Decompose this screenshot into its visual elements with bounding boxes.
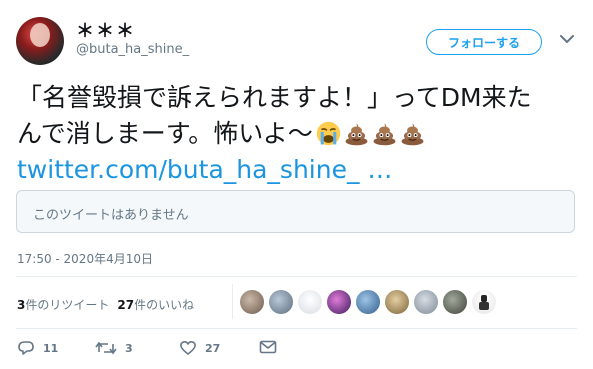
liker-avatar[interactable] — [472, 290, 496, 314]
tweet-line-1: 「名誉毀損で訴えられますよ！」ってDM来た — [17, 83, 532, 112]
liker-avatar[interactable] — [298, 290, 322, 314]
reply-button[interactable]: 11 — [17, 340, 58, 356]
like-count: 27 — [205, 341, 221, 355]
quoted-tweet-text: このツイートはありません — [33, 208, 189, 223]
poop-emoji — [401, 123, 424, 146]
tweet-timestamp[interactable]: 17:50 - 2020年4月10日 — [17, 250, 153, 267]
heart-icon — [180, 340, 196, 355]
reply-count: 11 — [43, 341, 59, 355]
retweet-button[interactable]: 3 — [95, 340, 133, 356]
divider — [16, 276, 577, 277]
tweet-line-2-text: んで消しまーす。怖いよ〜 — [17, 119, 313, 148]
user-handle[interactable]: @buta_ha_shine_ — [76, 42, 189, 57]
retweet-icon — [95, 341, 117, 355]
reply-icon — [18, 341, 34, 355]
divider — [16, 328, 577, 329]
liker-avatar[interactable] — [240, 290, 264, 314]
follow-button[interactable]: フォローする — [426, 29, 542, 55]
liker-avatar[interactable] — [356, 290, 380, 314]
likes-label[interactable]: 件のいいね — [134, 298, 194, 312]
liker-avatar[interactable] — [443, 290, 467, 314]
avatar[interactable] — [16, 17, 64, 65]
liker-avatar[interactable] — [269, 290, 293, 314]
liker-avatar[interactable] — [385, 290, 409, 314]
tweet-text: 「名誉毀損で訴えられますよ！」ってDM来た んで消しまーす。怖いよ〜 twitt… — [17, 80, 577, 188]
retweets-label[interactable]: 件のリツイート — [25, 298, 109, 312]
retweet-count: 3 — [125, 341, 133, 355]
display-name[interactable]: ＊＊＊ — [76, 17, 136, 43]
tweet-line-2: んで消しまーす。怖いよ〜 — [17, 116, 577, 152]
quoted-tweet-unavailable: このツイートはありません — [16, 190, 575, 233]
tweet-link[interactable]: twitter.com/buta_ha_shine_ … — [17, 152, 577, 188]
chevron-down-icon[interactable] — [558, 30, 576, 48]
liker-avatar[interactable] — [414, 290, 438, 314]
stats-separator — [232, 284, 233, 319]
direct-message-button[interactable] — [259, 340, 277, 354]
poop-emoji — [373, 123, 396, 146]
likes-count[interactable]: 27 — [117, 298, 134, 312]
envelope-icon — [259, 340, 277, 354]
like-button[interactable]: 27 — [179, 340, 220, 356]
loudly-crying-face-emoji — [316, 121, 340, 146]
liker-avatar[interactable] — [327, 290, 351, 314]
engagement-stats: 3件のリツイート 27件のいいね — [17, 296, 194, 313]
poop-emoji — [345, 123, 368, 146]
